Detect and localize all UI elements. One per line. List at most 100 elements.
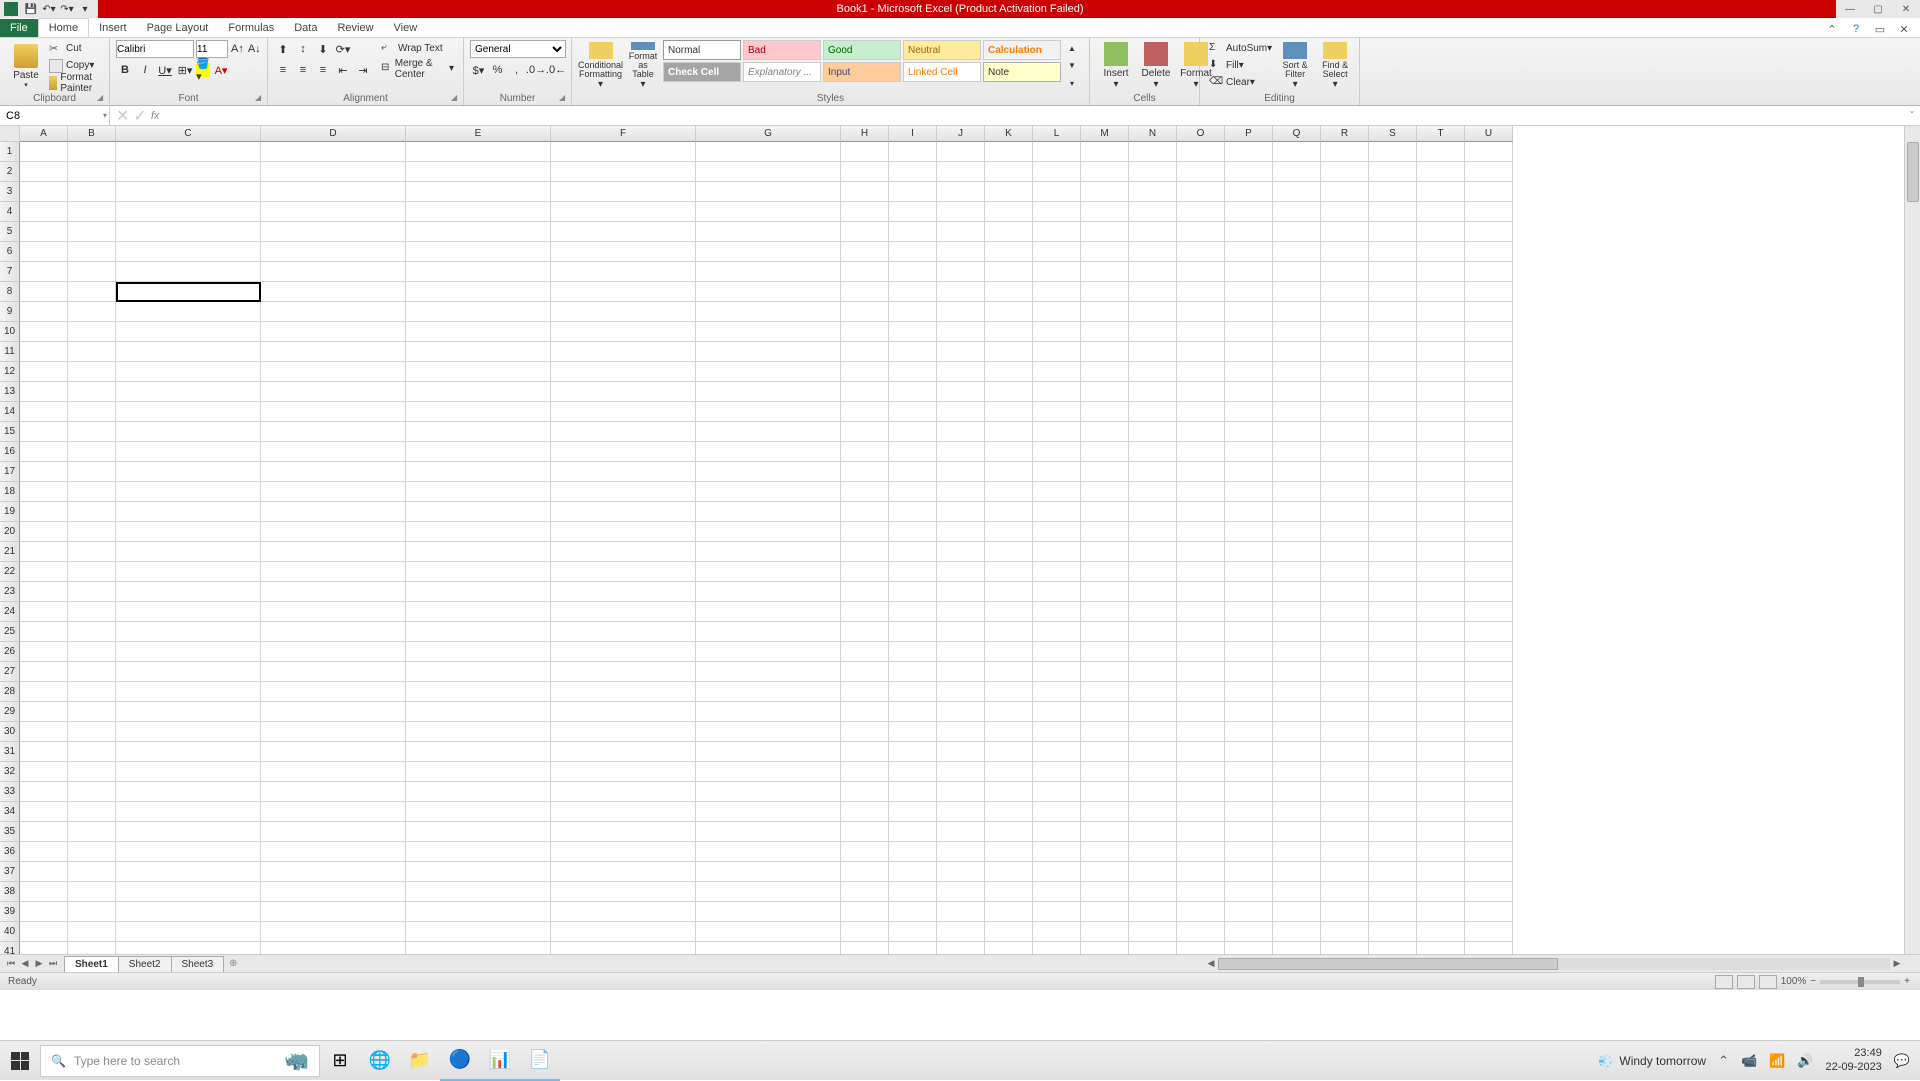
cell[interactable]: [406, 522, 551, 542]
cell[interactable]: [1417, 622, 1465, 642]
cell[interactable]: [116, 362, 261, 382]
cell[interactable]: [1369, 702, 1417, 722]
cell[interactable]: [985, 482, 1033, 502]
cell[interactable]: [1369, 902, 1417, 922]
styles-scroll-up-icon[interactable]: ▲: [1063, 40, 1081, 57]
cell[interactable]: [551, 782, 696, 802]
row-header[interactable]: 39: [0, 902, 20, 922]
cell[interactable]: [551, 362, 696, 382]
cell[interactable]: [116, 902, 261, 922]
cell[interactable]: [68, 602, 116, 622]
cell[interactable]: [1273, 442, 1321, 462]
cell[interactable]: [841, 602, 889, 622]
cell[interactable]: [841, 522, 889, 542]
cell[interactable]: [1225, 782, 1273, 802]
cell[interactable]: [261, 742, 406, 762]
cell[interactable]: [551, 422, 696, 442]
cell[interactable]: [1369, 262, 1417, 282]
cell[interactable]: [406, 482, 551, 502]
cell[interactable]: [889, 502, 937, 522]
cell[interactable]: [1225, 622, 1273, 642]
underline-button[interactable]: U▾: [156, 61, 174, 79]
cell[interactable]: [1177, 882, 1225, 902]
cell[interactable]: [1033, 482, 1081, 502]
cell[interactable]: [1081, 302, 1129, 322]
cell[interactable]: [889, 562, 937, 582]
formula-input[interactable]: [167, 110, 1898, 122]
cell[interactable]: [1033, 582, 1081, 602]
cell[interactable]: [1369, 462, 1417, 482]
cell[interactable]: [551, 942, 696, 954]
styles-more-icon[interactable]: ▾: [1063, 75, 1081, 92]
cell[interactable]: [261, 762, 406, 782]
cell[interactable]: [1129, 822, 1177, 842]
cell[interactable]: [261, 482, 406, 502]
cell[interactable]: [889, 542, 937, 562]
cell[interactable]: [889, 622, 937, 642]
cell[interactable]: [1081, 822, 1129, 842]
cell[interactable]: [696, 182, 841, 202]
cell[interactable]: [1033, 902, 1081, 922]
cell[interactable]: [406, 622, 551, 642]
tab-review[interactable]: Review: [327, 19, 383, 37]
cell[interactable]: [261, 942, 406, 954]
cell[interactable]: [1273, 202, 1321, 222]
cell[interactable]: [889, 142, 937, 162]
column-header[interactable]: P: [1225, 126, 1273, 142]
cell[interactable]: [1033, 362, 1081, 382]
cell[interactable]: [1081, 142, 1129, 162]
cell[interactable]: [1225, 462, 1273, 482]
cell[interactable]: [1033, 862, 1081, 882]
cell[interactable]: [116, 202, 261, 222]
cell[interactable]: [116, 382, 261, 402]
cell[interactable]: [1033, 882, 1081, 902]
cell[interactable]: [1033, 742, 1081, 762]
cell[interactable]: [696, 382, 841, 402]
cell[interactable]: [1369, 642, 1417, 662]
row-header[interactable]: 18: [0, 482, 20, 502]
cell[interactable]: [116, 242, 261, 262]
cell[interactable]: [1273, 862, 1321, 882]
align-bottom-icon[interactable]: ⬇: [314, 40, 332, 58]
cell[interactable]: [20, 882, 68, 902]
cell[interactable]: [68, 842, 116, 862]
cell[interactable]: [551, 842, 696, 862]
cell[interactable]: [937, 722, 985, 742]
cell[interactable]: [261, 582, 406, 602]
cell[interactable]: [20, 742, 68, 762]
cell[interactable]: [1417, 482, 1465, 502]
cell[interactable]: [68, 162, 116, 182]
cell[interactable]: [1465, 522, 1513, 542]
cell[interactable]: [20, 362, 68, 382]
cell[interactable]: [1369, 602, 1417, 622]
cell[interactable]: [985, 502, 1033, 522]
cell[interactable]: [985, 542, 1033, 562]
find-select-button[interactable]: Find & Select▾: [1315, 40, 1355, 92]
cell[interactable]: [68, 682, 116, 702]
cell[interactable]: [696, 682, 841, 702]
cell[interactable]: [1273, 582, 1321, 602]
cell[interactable]: [20, 842, 68, 862]
row-header[interactable]: 23: [0, 582, 20, 602]
cell[interactable]: [1321, 782, 1369, 802]
cell[interactable]: [1177, 902, 1225, 922]
cell[interactable]: [985, 142, 1033, 162]
cell[interactable]: [1465, 502, 1513, 522]
cell[interactable]: [1273, 142, 1321, 162]
cell[interactable]: [696, 622, 841, 642]
cell[interactable]: [889, 682, 937, 702]
cell[interactable]: [889, 482, 937, 502]
cell[interactable]: [116, 922, 261, 942]
cell[interactable]: [696, 922, 841, 942]
cell[interactable]: [20, 182, 68, 202]
percent-icon[interactable]: %: [489, 61, 506, 79]
cell[interactable]: [261, 822, 406, 842]
cell[interactable]: [937, 302, 985, 322]
cell[interactable]: [1465, 542, 1513, 562]
cell[interactable]: [116, 862, 261, 882]
cell[interactable]: [985, 602, 1033, 622]
cell[interactable]: [116, 422, 261, 442]
cell[interactable]: [116, 482, 261, 502]
cell[interactable]: [1129, 942, 1177, 954]
help-icon[interactable]: ?: [1848, 21, 1864, 37]
